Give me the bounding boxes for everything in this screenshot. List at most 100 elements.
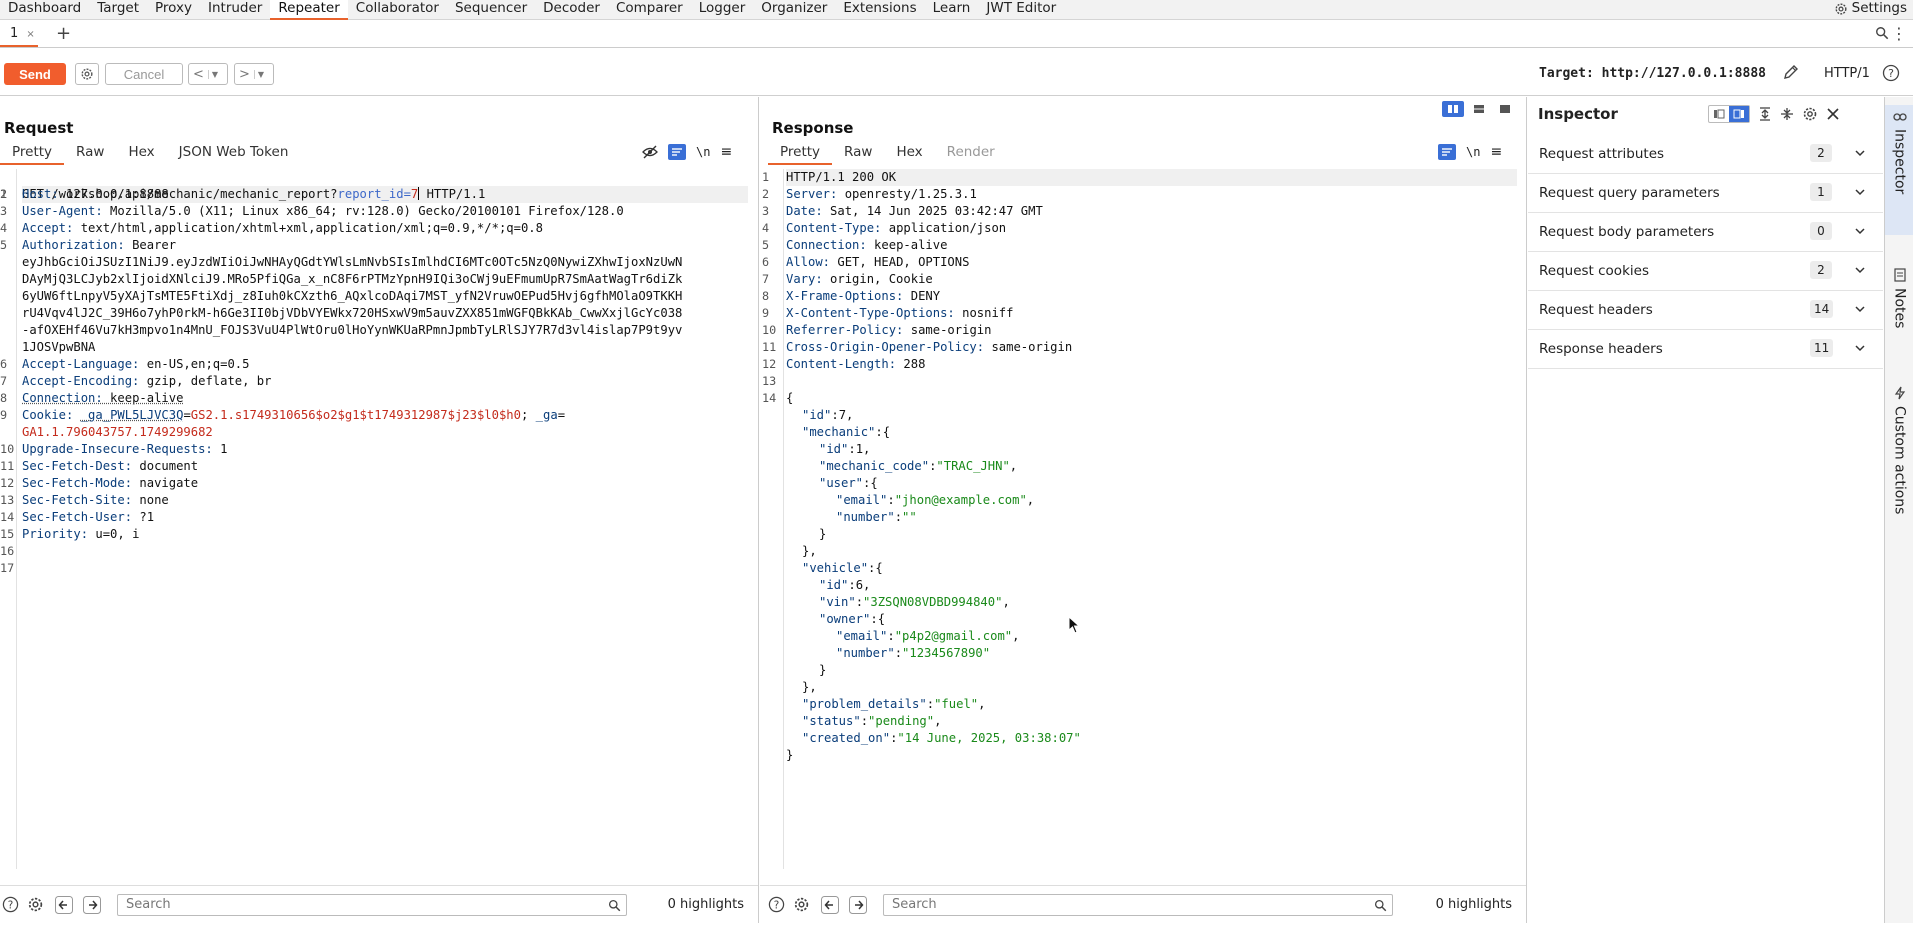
svg-text:?: ? bbox=[1888, 67, 1894, 80]
search-icon[interactable] bbox=[1374, 899, 1387, 912]
pencil-icon[interactable] bbox=[1782, 63, 1800, 81]
expand-all-icon[interactable] bbox=[1758, 107, 1772, 121]
menu-icon[interactable]: ≡ bbox=[720, 144, 732, 160]
rail-tab-notes[interactable]: Notes bbox=[1885, 264, 1913, 374]
http-version-label[interactable]: HTTP/1 bbox=[1824, 66, 1870, 81]
layout-side-by-side-button[interactable] bbox=[1442, 101, 1464, 117]
menu-organizer[interactable]: Organizer bbox=[753, 0, 835, 20]
tab-request-pretty[interactable]: Pretty bbox=[0, 141, 65, 165]
menu-learn[interactable]: Learn bbox=[925, 0, 979, 20]
tab-response-raw[interactable]: Raw bbox=[832, 141, 884, 165]
response-highlights-count: 0 highlights bbox=[1435, 897, 1512, 912]
request-search-input[interactable]: Search bbox=[117, 894, 627, 916]
inspector-section-response-headers[interactable]: Response headers 11 bbox=[1528, 330, 1883, 369]
tab-request-jwt[interactable]: JSON Web Token bbox=[167, 141, 301, 165]
help-icon[interactable]: ? bbox=[1882, 64, 1900, 82]
send-button[interactable]: Send bbox=[4, 63, 66, 85]
tab-request-hex[interactable]: Hex bbox=[116, 141, 166, 165]
request-highlights-count: 0 highlights bbox=[667, 897, 744, 912]
search-icon[interactable] bbox=[1875, 26, 1889, 40]
chevron-down-icon[interactable] bbox=[1854, 303, 1866, 315]
hide-eye-icon[interactable] bbox=[642, 145, 658, 159]
menu-sequencer[interactable]: Sequencer bbox=[447, 0, 535, 20]
gear-icon[interactable] bbox=[27, 896, 44, 913]
close-icon[interactable] bbox=[1826, 107, 1840, 121]
inspector-section-request-headers[interactable]: Request headers 14 bbox=[1528, 291, 1883, 330]
tab-request-raw[interactable]: Raw bbox=[64, 141, 116, 165]
inspector-list-view-button[interactable] bbox=[1709, 106, 1729, 122]
repeater-tab-strip: 1 × + ⋮ bbox=[0, 21, 1913, 48]
menu-jwt-editor[interactable]: JWT Editor bbox=[978, 0, 1064, 20]
next-arrow-icon[interactable] bbox=[83, 896, 101, 914]
menu-decoder[interactable]: Decoder bbox=[535, 0, 608, 20]
cancel-button[interactable]: Cancel bbox=[105, 63, 183, 85]
settings-button[interactable]: Settings bbox=[1834, 0, 1907, 17]
layout-tabs-button[interactable] bbox=[1494, 101, 1516, 117]
layout-stacked-button[interactable] bbox=[1468, 101, 1490, 117]
response-editor[interactable]: 1 HTTP/1.1 200 OK 2 Server: openresty/1.25… bbox=[762, 169, 1525, 869]
rail-tab-custom-actions[interactable]: Custom actions bbox=[1885, 382, 1913, 552]
chevron-down-icon[interactable]: ▼ bbox=[207, 69, 221, 79]
chevron-down-icon[interactable] bbox=[1854, 225, 1866, 237]
inspector-section-query-parameters[interactable]: Request query parameters 1 bbox=[1528, 174, 1883, 213]
help-icon[interactable]: ? bbox=[2, 896, 19, 913]
menu-logger[interactable]: Logger bbox=[691, 0, 754, 20]
menu-extensions[interactable]: Extensions bbox=[835, 0, 924, 20]
section-count-badge: 2 bbox=[1810, 144, 1832, 162]
chevron-down-icon[interactable] bbox=[1854, 342, 1866, 354]
section-label: Request body parameters bbox=[1539, 224, 1715, 240]
gear-icon[interactable] bbox=[793, 896, 810, 913]
chevron-down-icon[interactable] bbox=[1854, 264, 1866, 276]
rail-tab-inspector[interactable]: Inspector bbox=[1885, 105, 1913, 235]
tab-response-render[interactable]: Render bbox=[935, 141, 1007, 165]
inspector-section-body-parameters[interactable]: Request body parameters 0 bbox=[1528, 213, 1883, 252]
newline-toggle-icon[interactable]: \n bbox=[696, 145, 710, 159]
response-search-input[interactable]: Search bbox=[883, 894, 1393, 916]
gear-icon[interactable] bbox=[1802, 106, 1818, 122]
pretty-print-toggle[interactable] bbox=[668, 144, 686, 160]
chevron-down-icon[interactable] bbox=[1854, 147, 1866, 159]
layout-toggle-group bbox=[1442, 101, 1516, 117]
inspector-tools bbox=[1708, 105, 1840, 123]
section-count-badge: 2 bbox=[1810, 261, 1832, 279]
panel-view-icon bbox=[1733, 109, 1744, 119]
repeater-toolbar: Send Cancel < ▼ > ▼ Target: http://127.0.0… bbox=[0, 49, 1913, 96]
request-title: Request bbox=[4, 119, 74, 137]
rows-icon bbox=[1474, 105, 1484, 113]
close-tab-icon[interactable]: × bbox=[26, 29, 34, 40]
inspector-section-request-attributes[interactable]: Request attributes 2 bbox=[1528, 135, 1883, 174]
search-icon[interactable] bbox=[608, 899, 621, 912]
chevron-down-icon[interactable]: ▼ bbox=[253, 69, 267, 79]
wrap-lines-icon bbox=[672, 148, 682, 156]
history-forward-button[interactable]: > ▼ bbox=[234, 63, 274, 85]
menu-repeater[interactable]: Repeater bbox=[270, 0, 348, 20]
menu-proxy[interactable]: Proxy bbox=[147, 0, 200, 20]
previous-arrow-icon[interactable] bbox=[55, 896, 73, 914]
history-back-button[interactable]: < ▼ bbox=[188, 63, 228, 85]
menu-intruder[interactable]: Intruder bbox=[200, 0, 270, 20]
pretty-print-toggle[interactable] bbox=[1438, 144, 1456, 160]
menu-collaborator[interactable]: Collaborator bbox=[348, 0, 447, 20]
previous-arrow-icon[interactable] bbox=[821, 896, 839, 914]
chevron-down-icon[interactable] bbox=[1854, 186, 1866, 198]
menu-comparer[interactable]: Comparer bbox=[608, 0, 691, 20]
response-pane: Response Pretty Raw Hex Render \n ≡ 1 HTT… bbox=[760, 97, 1527, 923]
add-tab-button[interactable]: + bbox=[56, 21, 71, 47]
inspector-section-request-cookies[interactable]: Request cookies 2 bbox=[1528, 252, 1883, 291]
tab-response-hex[interactable]: Hex bbox=[884, 141, 934, 165]
menu-icon[interactable]: ≡ bbox=[1490, 144, 1502, 160]
collapse-all-icon[interactable] bbox=[1780, 107, 1794, 121]
main-menu-bar: Dashboard Target Proxy Intruder Repeater… bbox=[0, 0, 1913, 20]
next-arrow-icon[interactable] bbox=[849, 896, 867, 914]
request-editor[interactable]: 1 GET /workshop/api/mechanic/mechanic_rep… bbox=[0, 169, 758, 869]
section-count-badge: 11 bbox=[1810, 339, 1834, 357]
help-icon[interactable]: ? bbox=[768, 896, 785, 913]
send-options-button[interactable] bbox=[75, 63, 99, 85]
more-vertical-icon[interactable]: ⋮ bbox=[1891, 24, 1907, 43]
newline-toggle-icon[interactable]: \n bbox=[1466, 145, 1480, 159]
inspector-panel-view-button[interactable] bbox=[1729, 106, 1749, 122]
menu-target[interactable]: Target bbox=[89, 0, 147, 20]
tab-response-pretty[interactable]: Pretty bbox=[768, 141, 833, 165]
menu-dashboard[interactable]: Dashboard bbox=[0, 0, 89, 20]
repeater-tab-1[interactable]: 1 × bbox=[0, 21, 38, 47]
